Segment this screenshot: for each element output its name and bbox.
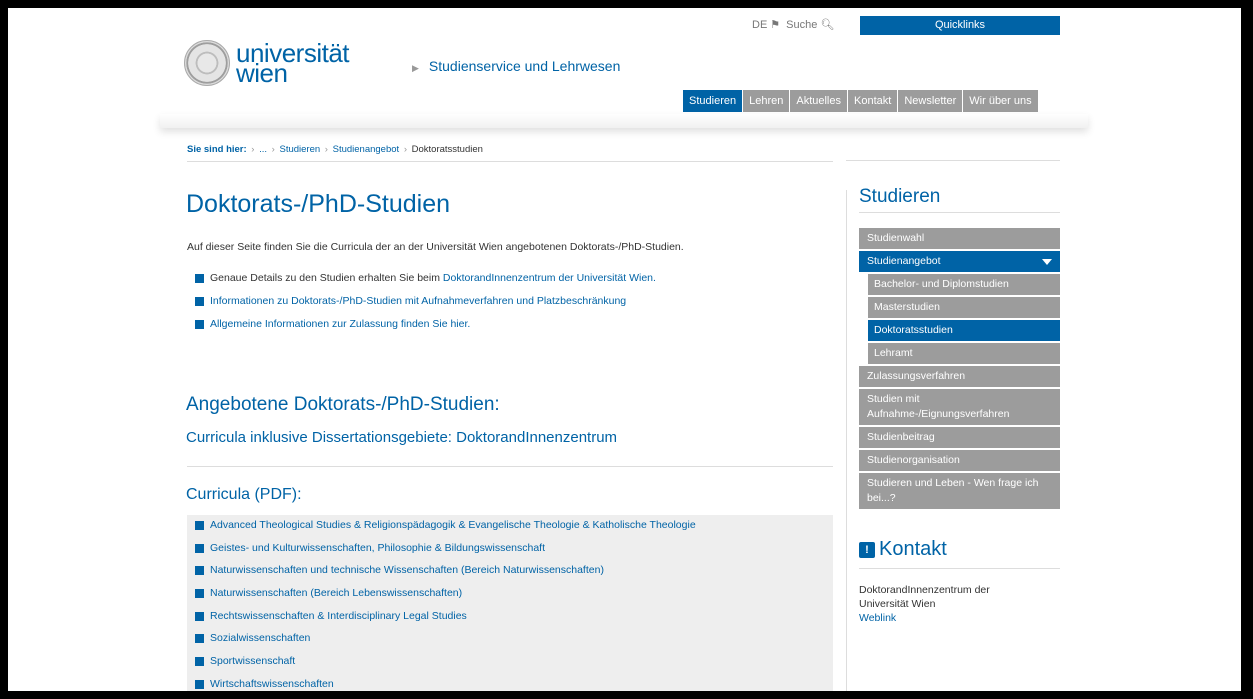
info-bubble-icon: ! — [859, 541, 875, 558]
main-navigation: Studieren Lehren Aktuelles Kontakt Newsl… — [683, 90, 1038, 112]
sidebar-subitem-master[interactable]: Masterstudien — [868, 297, 1060, 318]
bullet-icon — [195, 657, 204, 667]
sidebar-title: Studieren — [859, 186, 1060, 213]
breadcrumb-ellipsis[interactable]: ... — [259, 144, 267, 155]
breadcrumb-current: Doktoratsstudien — [411, 144, 483, 155]
sidebar-divider — [846, 190, 847, 691]
divider — [187, 466, 833, 467]
curricula-heading: Curricula (PDF): — [186, 486, 302, 503]
doktorandinnenzentrum-link[interactable]: DoktorandInnenzentrum der Universität Wi… — [443, 272, 656, 284]
curriculum-link[interactable]: Rechtswissenschaften & Interdisciplinary… — [210, 610, 467, 622]
sidebar-item-studienwahl[interactable]: Studienwahl — [859, 228, 1060, 249]
language-label: DE — [752, 18, 768, 31]
list-item: Sozialwissenschaften — [195, 632, 833, 655]
sidebar-item-aufnahme[interactable]: Studien mit Aufnahme-/Eignungsverfahren — [859, 389, 1060, 425]
aufnahmeverfahren-link[interactable]: Informationen zu Doktorats-/PhD-Studien … — [210, 295, 626, 307]
nav-newsletter[interactable]: Newsletter — [898, 90, 963, 112]
breadcrumb: Sie sind hier: › ... › Studieren › Studi… — [187, 144, 833, 162]
curriculum-link[interactable]: Wirtschaftswissenschaften — [210, 678, 334, 690]
nav-lehren[interactable]: Lehren — [743, 90, 790, 112]
bullet-icon — [195, 679, 204, 689]
sidebar-item-studienangebot[interactable]: Studienangebot — [859, 251, 1060, 272]
logo-wordmark: universität wien — [236, 40, 350, 86]
nav-kontakt[interactable]: Kontakt — [848, 90, 898, 112]
bullet-icon — [195, 566, 204, 576]
list-item: Allgemeine Informationen zur Zulassung f… — [195, 318, 656, 341]
list-item: Rechtswissenschaften & Interdisciplinary… — [195, 610, 833, 633]
breadcrumb-studieren[interactable]: Studieren — [279, 144, 320, 155]
kontakt-box: DoktorandInnenzentrum der Universität Wi… — [859, 583, 1029, 625]
list-item: Naturwissenschaften (Bereich Lebenswisse… — [195, 587, 833, 610]
zulassung-link[interactable]: Allgemeine Informationen zur Zulassung f… — [210, 318, 470, 330]
search-label: Suche — [786, 18, 818, 31]
bullet-icon — [195, 320, 204, 329]
kontakt-text: DoktorandInnenzentrum der Universität Wi… — [859, 584, 990, 610]
kontakt-weblink[interactable]: Weblink — [859, 612, 896, 624]
sidebar-subitem-bachelor[interactable]: Bachelor- und Diplomstudien — [868, 274, 1060, 295]
header-shadow — [160, 114, 1088, 128]
curriculum-link[interactable]: Sportwissenschaft — [210, 655, 295, 667]
list-item: Geistes- und Kulturwissenschaften, Philo… — [195, 542, 833, 565]
curriculum-link[interactable]: Naturwissenschaften und technische Wisse… — [210, 564, 604, 576]
sidebar-item-label: Studienangebot — [867, 255, 941, 267]
nav-wir-ueber-uns[interactable]: Wir über uns — [963, 90, 1038, 112]
caret-down-icon — [1042, 259, 1052, 265]
sidebar-subitem-lehramt[interactable]: Lehramt — [868, 343, 1060, 364]
breadcrumb-separator: › — [251, 144, 255, 155]
page-title: Doktorats-/PhD-Studien — [186, 190, 451, 218]
bullet-icon — [195, 543, 204, 553]
curricula-list: Advanced Theological Studies & Religions… — [187, 515, 833, 691]
chevron-right-icon: ▶ — [412, 63, 419, 73]
bullet-icon — [195, 521, 204, 530]
bullet-icon — [195, 634, 204, 644]
breadcrumb-separator: › — [271, 144, 275, 155]
kontakt-heading: ! Kontakt — [859, 538, 947, 561]
list-item-text: Genaue Details zu den Studien erhalten S… — [210, 272, 443, 284]
list-item: Wirtschaftswissenschaften — [195, 678, 833, 691]
search-icon: 🔍︎ — [820, 19, 835, 31]
nav-studieren[interactable]: Studieren — [683, 90, 743, 112]
list-item: Informationen zu Doktorats-/PhD-Studien … — [195, 295, 656, 318]
bullet-icon — [195, 297, 204, 306]
curriculum-link[interactable]: Sozialwissenschaften — [210, 632, 310, 644]
sidebar-item-studieren-leben[interactable]: Studieren und Leben - Wen frage ich bei.… — [859, 473, 1060, 509]
utility-bar: DE ⚑ Suche 🔍︎ — [752, 18, 835, 32]
bullet-icon — [195, 589, 204, 599]
subsite-title[interactable]: ▶ Studienservice und Lehrwesen — [412, 58, 620, 74]
sidebar-menu: Studienwahl Studienangebot Bachelor- und… — [859, 228, 1060, 511]
info-list: Genaue Details zu den Studien erhalten S… — [195, 272, 656, 341]
curriculum-link[interactable]: Advanced Theological Studies & Religions… — [210, 519, 696, 531]
curriculum-link[interactable]: Naturwissenschaften (Bereich Lebenswisse… — [210, 587, 462, 599]
university-logo[interactable]: universität wien — [184, 40, 350, 86]
breadcrumb-separator: › — [324, 144, 328, 155]
browser-viewport: DE ⚑ Suche 🔍︎ Quicklinks universität wien … — [8, 8, 1241, 691]
list-item: Sportwissenschaft — [195, 655, 833, 678]
breadcrumb-label: Sie sind hier: — [187, 144, 247, 155]
nav-aktuelles[interactable]: Aktuelles — [790, 90, 847, 112]
flag-icon: ⚑ — [770, 19, 781, 31]
language-switch[interactable]: DE ⚑ — [752, 18, 781, 32]
sidebar-item-studienorganisation[interactable]: Studienorganisation — [859, 450, 1060, 471]
university-seal-icon — [184, 40, 230, 86]
curriculum-link[interactable]: Geistes- und Kulturwissenschaften, Philo… — [210, 542, 545, 554]
divider — [859, 568, 1060, 569]
sidebar-subitem-doktorat[interactable]: Doktoratsstudien — [868, 320, 1060, 341]
intro-text: Auf dieser Seite finden Sie die Curricul… — [187, 241, 684, 253]
dissertationsgebiete-link[interactable]: Curricula inklusive Dissertationsgebiete… — [186, 429, 617, 446]
breadcrumb-separator: › — [403, 144, 407, 155]
divider — [846, 160, 1060, 161]
breadcrumb-studienangebot[interactable]: Studienangebot — [333, 144, 400, 155]
quicklinks-button[interactable]: Quicklinks — [860, 16, 1060, 35]
list-item: Naturwissenschaften und technische Wisse… — [195, 564, 833, 587]
sidebar-item-studienbeitrag[interactable]: Studienbeitrag — [859, 427, 1060, 448]
list-item: Advanced Theological Studies & Religions… — [195, 519, 833, 542]
sidebar-item-zulassung[interactable]: Zulassungsverfahren — [859, 366, 1060, 387]
bullet-icon — [195, 611, 204, 621]
subsite-title-label: Studienservice und Lehrwesen — [428, 58, 621, 74]
search-link[interactable]: Suche 🔍︎ — [786, 18, 835, 32]
list-item: Genaue Details zu den Studien erhalten S… — [195, 272, 656, 295]
section-heading: Angebotene Doktorats-/PhD-Studien: — [186, 394, 500, 415]
bullet-icon — [195, 274, 204, 283]
kontakt-title: Kontakt — [879, 538, 947, 560]
